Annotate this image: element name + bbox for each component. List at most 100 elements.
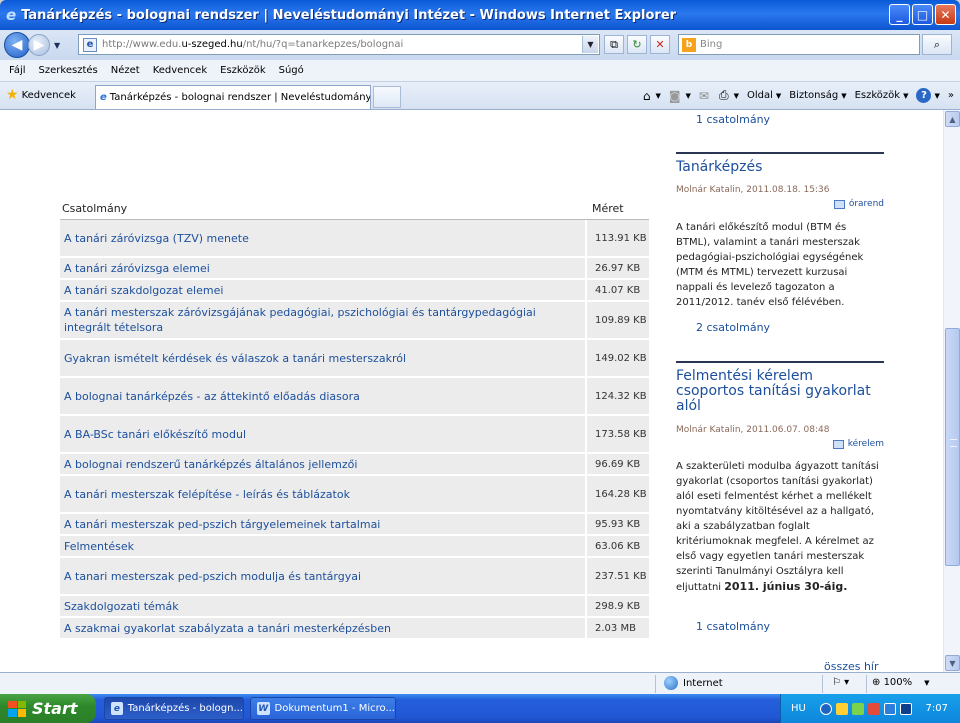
maximize-button[interactable]: □ — [912, 4, 933, 25]
tray-icon[interactable] — [835, 702, 848, 715]
security-zone[interactable]: Internet — [664, 676, 723, 690]
feeds-button[interactable]: ◙ ▼ — [669, 89, 691, 103]
mail-button[interactable]: ✉ — [699, 89, 711, 103]
chevron-down-icon: ▼ — [775, 91, 782, 100]
search-input[interactable]: b Bing — [678, 34, 920, 55]
address-dropdown-icon[interactable]: ▼ — [582, 36, 598, 53]
scroll-thumb[interactable] — [945, 328, 960, 566]
vertical-scrollbar[interactable]: ▲ ▼ — [943, 110, 960, 672]
post1-text: A tanári előkészítő modul (BTM és BTML),… — [676, 222, 864, 308]
zoom-button[interactable]: ⊕ 100% ▼ — [872, 677, 930, 688]
tray-back-icon[interactable] — [819, 702, 832, 715]
menu-tools[interactable]: Eszközök — [220, 65, 266, 76]
tray-network-icon[interactable] — [851, 702, 864, 715]
tab-active[interactable]: e Tanárképzés - bolognai rendszer | Neve… — [95, 85, 371, 109]
attachment-link[interactable]: A bolognai tanárképzés - az áttekintő el… — [60, 387, 585, 406]
attachment-link[interactable]: A tanári záróvizsga elemei — [60, 259, 585, 278]
table-row: A tanari mesterszak ped-pszich modulja é… — [60, 558, 649, 596]
attachment-link[interactable]: A tanári mesterszak záróvizsgájának peda… — [60, 303, 585, 337]
tools-menu-button[interactable]: Eszközök ▼ — [855, 90, 909, 101]
page-menu-button[interactable]: Oldal ▼ — [747, 90, 781, 101]
post1-attachment-link[interactable]: 2 csatolmány — [696, 321, 770, 334]
all-news-link[interactable]: összes hír — [824, 660, 879, 672]
scroll-down-icon[interactable]: ▼ — [945, 655, 960, 671]
chevron-down-icon: ▼ — [685, 91, 691, 100]
post2-meta: Molnár Katalin, 2011.06.07. 08:48 — [676, 425, 830, 435]
attachment-size: 41.07 KB — [585, 280, 649, 300]
attachment-link[interactable]: A tanári szakdolgozat elemei — [60, 281, 585, 300]
attachment-size: 164.28 KB — [585, 476, 649, 512]
stop-icon: ✕ — [655, 38, 665, 51]
favorites-label: Kedvencek — [21, 89, 76, 101]
attachment-link[interactable]: Felmentések — [60, 537, 585, 556]
address-input[interactable]: e http://www.edu. u-szeged.hu/nt/hu/?q=ta… — [78, 34, 600, 55]
ie-logo-icon: e — [6, 6, 17, 24]
page-icon: e — [83, 37, 97, 52]
table-row: A bolognai rendszerű tanárképzés általán… — [60, 454, 649, 476]
search-button[interactable]: ⌕ — [922, 34, 952, 55]
forward-arrow-icon: ▶ — [33, 37, 45, 53]
sidebar-top-attachment-link[interactable]: 1 csatolmány — [696, 113, 770, 126]
menu-file[interactable]: Fájl — [9, 65, 26, 76]
tray-security-icon[interactable] — [867, 702, 880, 715]
scroll-up-icon[interactable]: ▲ — [945, 111, 960, 127]
forward-button[interactable]: ▶ — [28, 34, 50, 56]
post1-title[interactable]: Tanárképzés — [676, 160, 762, 175]
window-title-bar: e Tanárképzés - bolognai rendszer | Neve… — [0, 0, 960, 30]
search-icon: ⌕ — [933, 37, 941, 51]
folder-icon — [833, 199, 845, 209]
back-button[interactable]: ◀ — [4, 32, 30, 58]
print-button[interactable]: ⎙ ▼ — [719, 88, 739, 103]
menu-help[interactable]: Súgó — [279, 65, 304, 76]
post2-title[interactable]: Felmentési kérelem csoportos tanítási gy… — [676, 369, 884, 414]
protected-mode-icon[interactable]: ⚐ ▾ — [832, 677, 849, 688]
attachment-link[interactable]: A bolognai rendszerű tanárképzés általán… — [60, 455, 585, 474]
language-indicator[interactable]: HU — [791, 703, 806, 714]
minimize-button[interactable]: _ — [889, 4, 910, 25]
attachment-link[interactable]: A BA-BSc tanári előkészítő modul — [60, 425, 585, 444]
help-menu-button[interactable]: ? ▼ — [916, 88, 940, 103]
safety-menu-button[interactable]: Biztonság ▼ — [789, 90, 846, 101]
divider — [676, 361, 884, 363]
menu-edit[interactable]: Szerkesztés — [39, 65, 98, 76]
attachment-link[interactable]: A szakmai gyakorlat szabályzata a tanári… — [60, 619, 585, 638]
attachment-link[interactable]: A tanari mesterszak ped-pszich modulja é… — [60, 567, 585, 586]
history-dropdown-icon[interactable]: ▼ — [54, 41, 60, 50]
menu-favorites[interactable]: Kedvencek — [153, 65, 207, 76]
attachment-link[interactable]: A tanári mesterszak felépítése - leírás … — [60, 485, 585, 504]
taskbar-item-word[interactable]: W Dokumentum1 - Micro... — [250, 697, 396, 720]
attachment-size: 96.69 KB — [585, 454, 649, 474]
header-size: Méret — [592, 202, 624, 215]
url-suffix: /nt/hu/?q=tanarkepzes/bolognai — [242, 39, 404, 50]
favorites-button[interactable]: ★ Kedvencek — [6, 87, 76, 103]
clock: 7:07 — [925, 703, 948, 714]
menu-view[interactable]: Nézet — [111, 65, 140, 76]
table-row: A bolognai tanárképzés - az áttekintő el… — [60, 378, 649, 416]
post2-tag[interactable]: kérelem — [832, 439, 884, 449]
zoom-icon: ⊕ — [872, 677, 884, 688]
new-tab-button[interactable] — [373, 86, 401, 108]
close-button[interactable]: ✕ — [935, 4, 956, 25]
taskbar-item-ie-label: Tanárképzés - bologn... — [127, 703, 243, 714]
attachment-size: 113.91 KB — [585, 220, 649, 256]
attachment-link[interactable]: Szakdolgozati témák — [60, 597, 585, 616]
chevron-down-icon: ▼ — [903, 91, 909, 100]
chevron-down-icon: ▼ — [841, 91, 847, 100]
attachment-link[interactable]: Gyakran ismételt kérdések és válaszok a … — [60, 349, 585, 368]
zoom-level: 100% — [883, 677, 913, 688]
attachment-link[interactable]: A tanári záróvizsga (TZV) menete — [60, 229, 585, 248]
stop-button[interactable]: ✕ — [650, 35, 670, 54]
taskbar-item-ie[interactable]: e Tanárképzés - bologn... — [104, 697, 244, 720]
home-button[interactable]: ⌂ ▼ — [643, 89, 661, 103]
more-chevron-icon[interactable]: » — [948, 90, 954, 101]
page-menu-label: Oldal — [746, 90, 773, 101]
attachment-size: 298.9 KB — [585, 596, 649, 616]
post1-tag[interactable]: órarend — [833, 199, 884, 209]
tray-shield-icon[interactable] — [883, 702, 896, 715]
tray-monitor-icon[interactable] — [899, 702, 912, 715]
start-button[interactable]: Start — [0, 694, 96, 723]
post2-attachment-link[interactable]: 1 csatolmány — [696, 620, 770, 633]
compatibility-view-button[interactable]: ⧉ — [604, 35, 624, 54]
attachment-link[interactable]: A tanári mesterszak ped-pszich tárgyelem… — [60, 515, 585, 534]
refresh-button[interactable]: ↻ — [627, 35, 647, 54]
